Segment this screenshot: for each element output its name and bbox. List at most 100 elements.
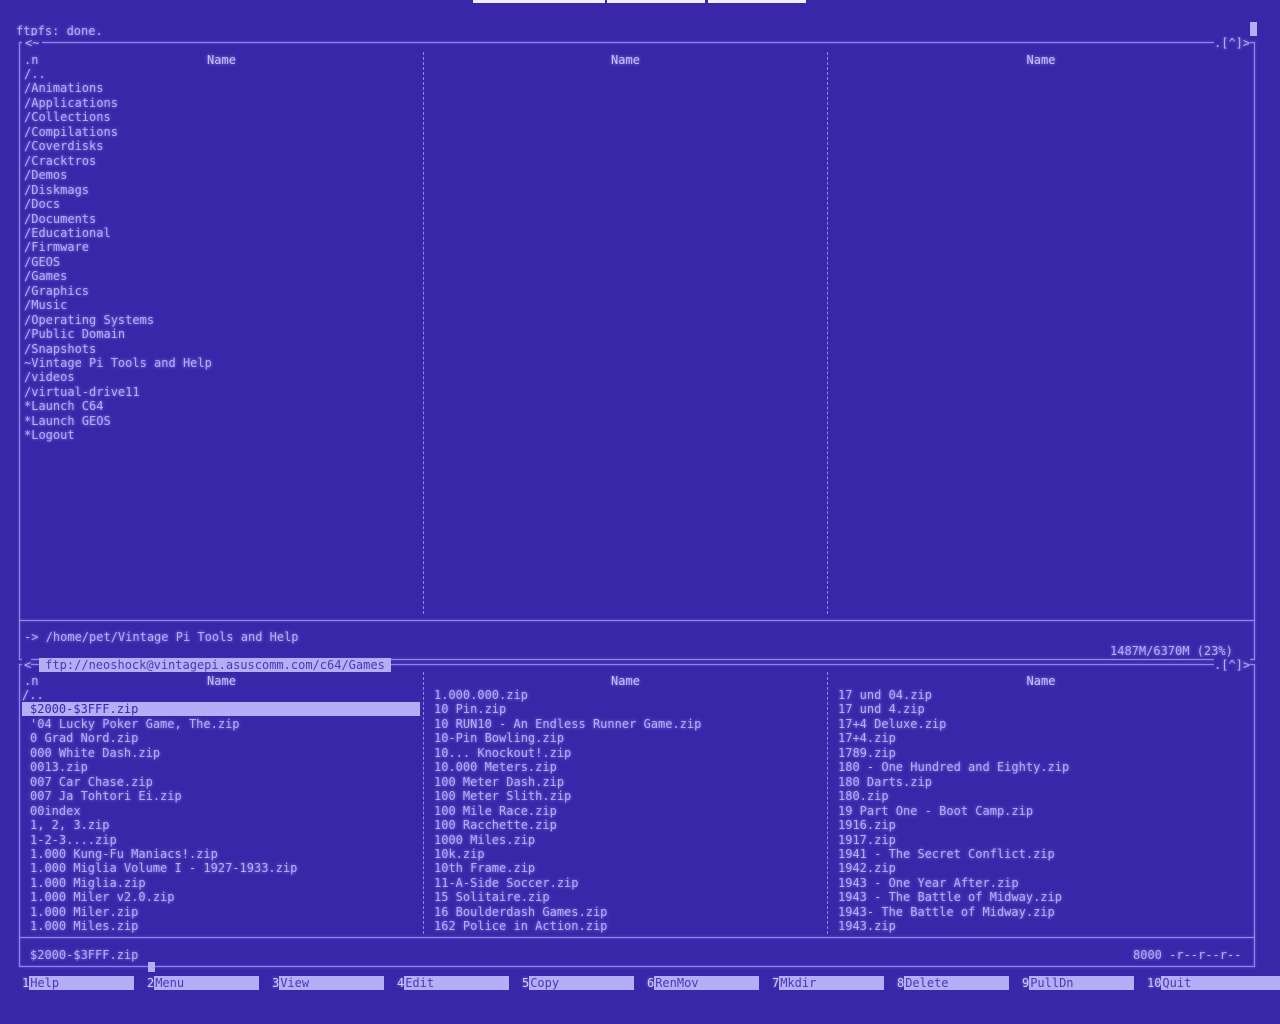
column-header-name[interactable]: Name (20, 674, 423, 688)
list-item[interactable]: 11-A-Side Soccer.zip (434, 876, 824, 890)
list-item[interactable]: ~Vintage Pi Tools and Help (24, 356, 420, 370)
panel-path[interactable]: <~ (22, 36, 43, 50)
list-item[interactable]: 1000 Miles.zip (434, 833, 824, 847)
list-item[interactable]: /virtual-drive11 (24, 385, 420, 399)
fkey-quit-button[interactable]: 10 Quit (1147, 976, 1280, 990)
list-item[interactable]: *Launch C64 (24, 399, 420, 413)
fkey-view-button[interactable]: 3 View (272, 976, 384, 990)
fkey-mkdir-button[interactable]: 7 Mkdir (772, 976, 884, 990)
list-item[interactable]: 1.000 Miglia Volume I - 1927-1933.zip (22, 861, 420, 875)
fkey-help-button[interactable]: 1 Help (22, 976, 134, 990)
list-item[interactable]: /Snapshots (24, 342, 420, 356)
panel-corner-indicator[interactable]: .[^]> (1214, 36, 1251, 50)
list-item[interactable]: /.. (22, 688, 420, 702)
list-item[interactable]: 180 - One Hundred and Eighty.zip (838, 760, 1250, 774)
list-item[interactable]: 007 Car Chase.zip (22, 775, 420, 789)
list-item[interactable]: /Educational (24, 226, 420, 240)
panel-path[interactable]: < ftp://neoshock@vintagepi.asuscomm.com/c… (22, 658, 391, 672)
list-item[interactable]: 007 Ja Tohtori Ei.zip (22, 789, 420, 803)
list-item[interactable]: 1, 2, 3.zip (22, 818, 420, 832)
list-item[interactable]: 17 und 04.zip (838, 688, 1250, 702)
list-item[interactable]: 10... Knockout!.zip (434, 746, 824, 760)
scrollbar-handle[interactable] (1250, 22, 1257, 36)
list-item[interactable]: /GEOS (24, 255, 420, 269)
list-item[interactable]: 000 White Dash.zip (22, 746, 420, 760)
column-header-name[interactable]: Name (20, 53, 423, 67)
list-item[interactable]: /Applications (24, 96, 420, 110)
list-item[interactable]: /videos (24, 370, 420, 384)
list-item[interactable]: '04 Lucky Poker Game, The.zip (22, 717, 420, 731)
list-item[interactable]: 1943 - One Year After.zip (838, 876, 1250, 890)
list-item[interactable]: /Music (24, 298, 420, 312)
list-item[interactable]: 1789.zip (838, 746, 1250, 760)
list-item[interactable]: 162 Police in Action.zip (434, 919, 824, 933)
list-item[interactable]: 1-2-3....zip (22, 833, 420, 847)
fkey-delete-button[interactable]: 8 Delete (897, 976, 1009, 990)
fkey-renmov-button[interactable]: 6 RenMov (647, 976, 759, 990)
list-item[interactable]: $2000-$3FFF.zip (22, 702, 420, 717)
fkey-pulldn-button[interactable]: 9 PullDn (1022, 976, 1134, 990)
list-item[interactable]: /.. (24, 67, 420, 81)
list-item[interactable]: /Diskmags (24, 183, 420, 197)
list-item[interactable]: 1916.zip (838, 818, 1250, 832)
list-item[interactable]: 1943.zip (838, 919, 1250, 933)
list-item[interactable]: 17+4 Deluxe.zip (838, 717, 1250, 731)
list-item[interactable]: 100 Racchette.zip (434, 818, 824, 832)
list-item[interactable]: /Docs (24, 197, 420, 211)
fkey-edit-button[interactable]: 4 Edit (397, 976, 509, 990)
list-item[interactable]: 100 Meter Dash.zip (434, 775, 824, 789)
list-item[interactable]: /Operating Systems (24, 313, 420, 327)
list-item[interactable]: 0013.zip (22, 760, 420, 774)
list-item[interactable]: 1941 - The Secret Conflict.zip (838, 847, 1250, 861)
list-item[interactable]: 10 RUN10 - An Endless Runner Game.zip (434, 717, 824, 731)
list-item[interactable]: 1.000 Miler.zip (22, 905, 420, 919)
list-item[interactable]: 1943 - The Battle of Midway.zip (838, 890, 1250, 904)
list-item[interactable]: /Graphics (24, 284, 420, 298)
list-item[interactable]: 00index (22, 804, 420, 818)
list-item[interactable]: /Demos (24, 168, 420, 182)
command-line-cursor[interactable] (148, 962, 155, 972)
list-item[interactable]: /Firmware (24, 240, 420, 254)
list-item[interactable]: 0 Grad Nord.zip (22, 731, 420, 745)
selected-file-info: 8000 -r--r--r-- (1133, 948, 1242, 962)
list-item[interactable]: *Launch GEOS (24, 414, 420, 428)
list-item[interactable]: /Public Domain (24, 327, 420, 341)
column-header-name[interactable]: Name (424, 53, 827, 67)
list-item[interactable]: 1.000 Kung-Fu Maniacs!.zip (22, 847, 420, 861)
column-header-name[interactable]: Name (828, 674, 1254, 688)
list-item[interactable]: 1.000 Miler v2.0.zip (22, 890, 420, 904)
list-item[interactable]: 1.000 Miglia.zip (22, 876, 420, 890)
list-item[interactable]: 180 Darts.zip (838, 775, 1250, 789)
list-item[interactable]: /Collections (24, 110, 420, 124)
list-item[interactable]: /Animations (24, 81, 420, 95)
fkey-menu-button[interactable]: 2 Menu (147, 976, 259, 990)
list-item[interactable]: 17+4.zip (838, 731, 1250, 745)
list-item[interactable]: 100 Meter Slith.zip (434, 789, 824, 803)
list-item[interactable]: 10th Frame.zip (434, 861, 824, 875)
list-item[interactable]: 16 Boulderdash Games.zip (434, 905, 824, 919)
list-item[interactable]: 10 Pin.zip (434, 702, 824, 716)
list-item[interactable]: /Documents (24, 212, 420, 226)
list-item[interactable]: 1.000 Miles.zip (22, 919, 420, 933)
list-item[interactable]: 10-Pin Bowling.zip (434, 731, 824, 745)
column-header-name[interactable]: Name (424, 674, 827, 688)
list-item[interactable]: 1943- The Battle of Midway.zip (838, 905, 1250, 919)
list-item[interactable]: 10.000 Meters.zip (434, 760, 824, 774)
panel-corner-indicator[interactable]: .[^]> (1214, 658, 1251, 672)
list-item[interactable]: 1917.zip (838, 833, 1250, 847)
list-item[interactable]: 10k.zip (434, 847, 824, 861)
list-item[interactable]: 180.zip (838, 789, 1250, 803)
list-item[interactable]: 1942.zip (838, 861, 1250, 875)
list-item[interactable]: 17 und 4.zip (838, 702, 1250, 716)
list-item[interactable]: /Coverdisks (24, 139, 420, 153)
list-item[interactable]: /Compilations (24, 125, 420, 139)
column-header-name[interactable]: Name (828, 53, 1254, 67)
list-item[interactable]: 19 Part One - Boot Camp.zip (838, 804, 1250, 818)
list-item[interactable]: *Logout (24, 428, 420, 442)
list-item[interactable]: /Games (24, 269, 420, 283)
fkey-copy-button[interactable]: 5 Copy (522, 976, 634, 990)
list-item[interactable]: 100 Mile Race.zip (434, 804, 824, 818)
list-item[interactable]: 15 Solitaire.zip (434, 890, 824, 904)
list-item[interactable]: 1.000.000.zip (434, 688, 824, 702)
list-item[interactable]: /Cracktros (24, 154, 420, 168)
